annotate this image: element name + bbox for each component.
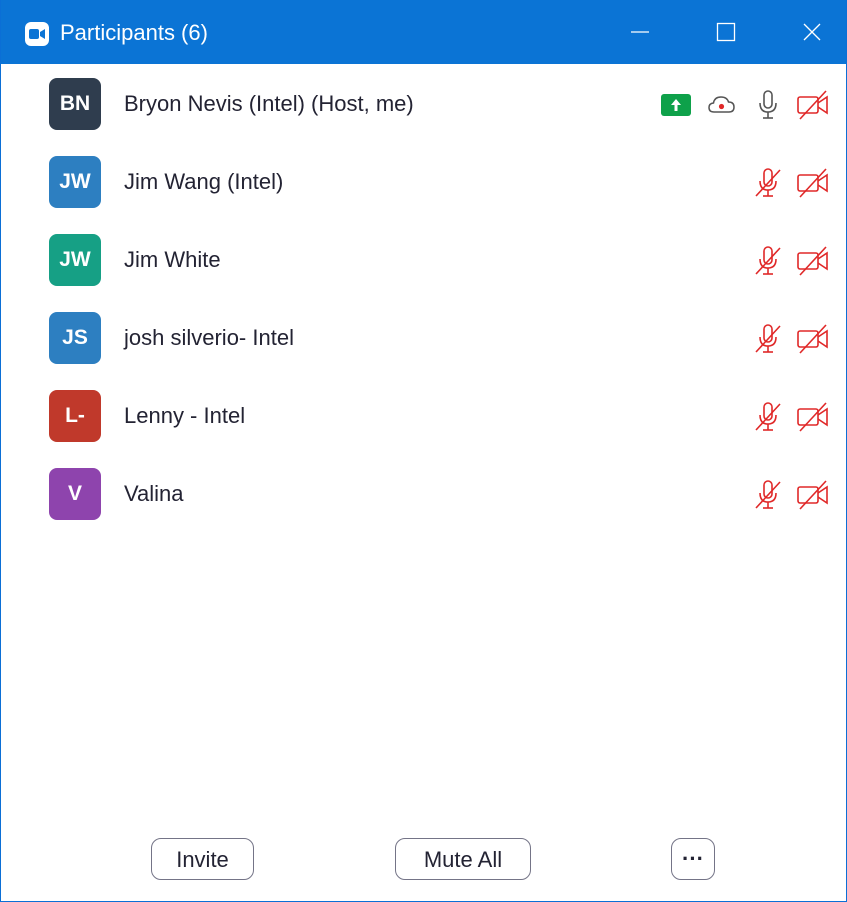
video-off-icon[interactable]: [796, 322, 830, 356]
microphone-muted-icon[interactable]: [751, 400, 785, 434]
maximize-icon: [716, 22, 736, 42]
participant-name: Jim White: [124, 247, 221, 272]
participant-row[interactable]: JS josh silverio- Intel: [1, 298, 846, 376]
close-button[interactable]: [776, 0, 847, 64]
participant-row[interactable]: V Valina: [1, 454, 846, 532]
participant-row[interactable]: JW Jim White: [1, 220, 846, 298]
video-off-icon[interactable]: [796, 166, 830, 200]
invite-button[interactable]: Invite: [151, 838, 254, 880]
title-bar[interactable]: Participants (6): [1, 0, 846, 64]
microphone-muted-icon[interactable]: [751, 322, 785, 356]
avatar: JS: [49, 312, 101, 364]
participant-row[interactable]: L- Lenny - Intel: [1, 376, 846, 454]
video-off-icon[interactable]: [796, 88, 830, 122]
footer-actions: Invite Mute All ···: [1, 836, 846, 886]
more-options-button[interactable]: ···: [671, 838, 715, 880]
window-title: Participants (6): [60, 20, 208, 45]
video-off-icon[interactable]: [796, 478, 830, 512]
avatar: L-: [49, 390, 101, 442]
close-icon: [803, 23, 821, 41]
participant-name: Valina: [124, 481, 184, 506]
mute-all-button[interactable]: Mute All: [395, 838, 531, 880]
microphone-muted-icon[interactable]: [751, 166, 785, 200]
minimize-button[interactable]: [604, 0, 676, 64]
video-off-icon[interactable]: [796, 400, 830, 434]
participant-name: Lenny - Intel: [124, 403, 246, 428]
avatar: V: [49, 468, 101, 520]
minimize-icon: [631, 31, 649, 33]
microphone-icon[interactable]: [753, 88, 787, 122]
cloud-recording-icon: [705, 88, 739, 122]
microphone-muted-icon[interactable]: [751, 478, 785, 512]
participant-name: josh silverio- Intel: [124, 325, 294, 350]
zoom-camera-icon: [25, 22, 49, 46]
screen-share-icon[interactable]: [661, 94, 691, 116]
participant-name: Jim Wang (Intel): [124, 169, 284, 194]
video-off-icon[interactable]: [796, 244, 830, 278]
avatar: JW: [49, 234, 101, 286]
maximize-button[interactable]: [690, 0, 762, 64]
participant-row[interactable]: JW Jim Wang (Intel): [1, 142, 846, 220]
avatar: JW: [49, 156, 101, 208]
participant-row[interactable]: BN Bryon Nevis (Intel) (Host, me): [1, 64, 846, 142]
microphone-muted-icon[interactable]: [751, 244, 785, 278]
participants-window: Participants (6) BN Bryon Nevis (Intel) …: [0, 0, 847, 902]
avatar: BN: [49, 78, 101, 130]
participant-name: Bryon Nevis (Intel) (Host, me): [124, 91, 414, 116]
